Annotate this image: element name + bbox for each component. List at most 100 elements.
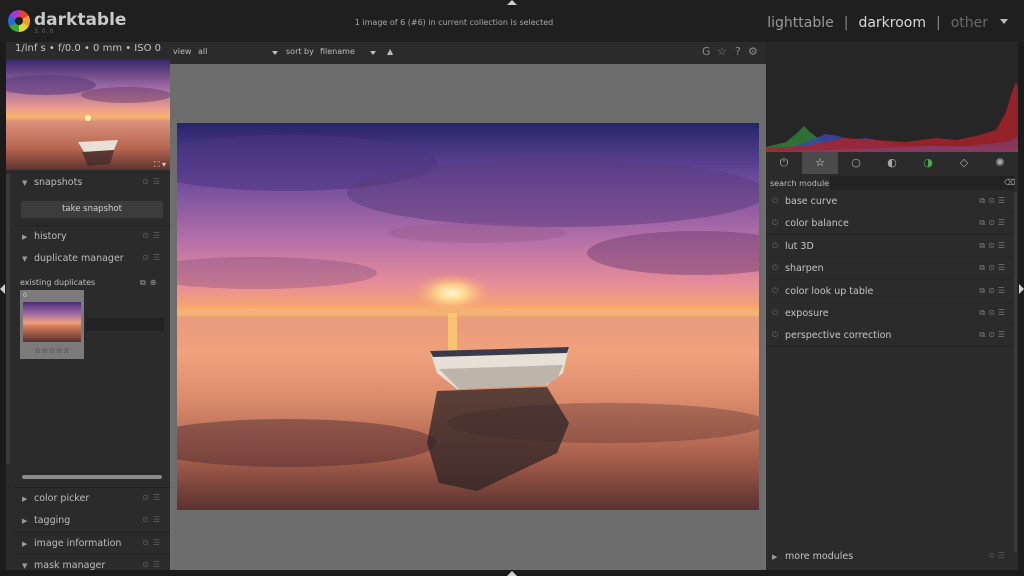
power-icon[interactable]: ⏻ — [772, 330, 778, 340]
module-row[interactable]: ⏻ color balance ⧉⊙☰ — [766, 213, 1012, 235]
module-row[interactable]: ⏻ sharpen ⧉⊙☰ — [766, 258, 1012, 280]
sort-by-chevron-down-icon[interactable] — [370, 51, 376, 55]
view-darkroom[interactable]: darkroom — [858, 15, 926, 31]
sort-direction-toggle[interactable]: ▲ — [387, 47, 393, 56]
power-icon[interactable]: ⏻ — [766, 152, 802, 174]
power-icon[interactable]: ⏻ — [772, 241, 778, 251]
expand-triangle-icon: ▶ — [22, 233, 28, 241]
module-controls-icon[interactable]: ⧉⊙☰ — [979, 241, 1008, 251]
module-tagging[interactable]: ▶ tagging ⊙☰ — [14, 510, 170, 532]
module-snapshots[interactable]: ▼ snapshots ⊙☰ — [14, 172, 170, 194]
module-row[interactable]: ⏻ lut 3D ⧉⊙☰ — [766, 236, 1012, 258]
module-mask-manager[interactable]: ▼ mask manager ⊙☰ — [14, 555, 170, 570]
gear-icon[interactable]: ⚙ — [748, 45, 758, 58]
module-controls-icon[interactable]: ⊙☰ — [142, 493, 164, 502]
module-controls-icon[interactable]: ⊙☰ — [142, 538, 164, 547]
help-icon[interactable]: ? — [735, 45, 741, 58]
module-row[interactable]: ⏻ exposure ⧉⊙☰ — [766, 303, 1012, 325]
view-other[interactable]: other — [951, 15, 988, 31]
circle-icon[interactable]: ○ — [838, 152, 874, 174]
expand-triangle-icon: ▶ — [772, 553, 778, 561]
module-label: color balance — [785, 218, 849, 229]
view-separator: | — [935, 15, 941, 31]
effect-icon[interactable]: ✺ — [982, 152, 1018, 174]
power-icon[interactable]: ⏻ — [772, 286, 778, 296]
module-label: exposure — [785, 308, 829, 319]
left-panel: 1/inf s • f/0.0 • 0 mm • ISO 0 ⛶ ▾ ▼ sna… — [6, 42, 170, 570]
module-controls-icon[interactable]: ⧉⊙☰ — [979, 308, 1008, 318]
module-controls-icon[interactable]: ⊙☰ — [988, 551, 1008, 560]
module-image-information[interactable]: ▶ image information ⊙☰ — [14, 533, 170, 555]
more-modules[interactable]: ▶ more modules ⊙☰ — [766, 546, 1012, 568]
module-row[interactable]: ⏻ perspective correction ⧉⊙☰ — [766, 325, 1012, 347]
halftone-icon[interactable]: ◐ — [874, 152, 910, 174]
left-panel-scrollbar[interactable] — [6, 174, 10, 464]
power-icon[interactable]: ⏻ — [772, 196, 778, 206]
duplicate-thumbnail[interactable]: 0 ☆☆☆☆☆ — [20, 290, 84, 359]
navigation-thumbnail[interactable]: ⛶ ▾ — [6, 60, 170, 170]
module-duplicate-manager[interactable]: ▼ duplicate manager ⊙☰ — [14, 248, 170, 270]
sunset-photo — [177, 123, 759, 510]
image-exif-summary: 1/inf s • f/0.0 • 0 mm • ISO 0 — [14, 43, 162, 54]
duplicate-actions-icon[interactable]: ⧉⊕ — [140, 278, 160, 288]
top-bar: darktable 3.0.0 1 image of 6 (#6) in cur… — [0, 0, 1024, 42]
clear-search-icon[interactable]: ⌫ — [1004, 178, 1015, 187]
module-history[interactable]: ▶ history ⊙☰ — [14, 226, 170, 248]
star-icon[interactable]: ☆ — [717, 45, 727, 58]
power-icon[interactable]: ⏻ — [772, 218, 778, 228]
color-icon[interactable]: ◑ — [910, 152, 946, 174]
star-icon[interactable]: ☆ — [802, 152, 838, 174]
more-modules-label: more modules — [785, 551, 854, 562]
duplicate-image — [23, 302, 81, 342]
collapse-top-panel-arrow-icon[interactable] — [507, 0, 517, 5]
app-name: darktable — [34, 10, 127, 30]
power-icon[interactable]: ⏻ — [772, 308, 778, 318]
module-controls-icon[interactable]: ⊙☰ — [142, 231, 164, 240]
take-snapshot-button[interactable]: take snapshot — [21, 201, 163, 218]
module-label: duplicate manager — [34, 253, 124, 264]
module-controls-icon[interactable]: ⧉⊙☰ — [979, 218, 1008, 228]
module-controls-icon[interactable]: ⧉⊙☰ — [979, 286, 1008, 296]
collapse-right-panel-arrow-icon[interactable] — [1019, 284, 1024, 294]
power-icon[interactable]: ⏻ — [772, 263, 778, 273]
module-label: sharpen — [785, 263, 824, 274]
module-label: tagging — [34, 515, 71, 526]
collapse-left-panel-arrow-icon[interactable] — [0, 284, 5, 294]
expand-icon[interactable]: ⛶ ▾ — [154, 160, 166, 170]
module-controls-icon[interactable]: ⊙☰ — [142, 560, 164, 569]
module-row[interactable]: ⏻ color look up table ⧉⊙☰ — [766, 281, 1012, 303]
module-label: history — [34, 231, 67, 242]
horizontal-scrollbar[interactable] — [22, 475, 162, 479]
right-panel-scrollbar[interactable] — [1014, 192, 1017, 552]
duplicate-rating-stars[interactable]: ☆☆☆☆☆ — [20, 346, 84, 355]
module-label: color look up table — [785, 286, 874, 297]
main-image[interactable] — [177, 123, 759, 510]
duplicate-version: 0 — [23, 292, 27, 299]
correct-icon[interactable]: ◇ — [946, 152, 982, 174]
module-controls-icon[interactable]: ⧉⊙☰ — [979, 263, 1008, 273]
module-label: perspective correction — [785, 330, 892, 341]
view-filter-select[interactable]: all — [198, 47, 207, 56]
module-controls-icon[interactable]: ⧉⊙☰ — [979, 330, 1008, 340]
grouping-icon[interactable]: G — [702, 45, 711, 58]
search-module-input[interactable] — [830, 176, 1014, 190]
expand-triangle-icon: ▶ — [22, 540, 28, 548]
view-switcher: lighttable | darkroom | other — [767, 15, 988, 31]
module-controls-icon[interactable]: ⊙☰ — [142, 177, 164, 186]
view-lighttable[interactable]: lighttable — [767, 15, 834, 31]
module-row[interactable]: ⏻ base curve ⧉⊙☰ — [766, 191, 1012, 213]
search-module-label: search module — [770, 179, 830, 188]
module-label: lut 3D — [785, 241, 814, 252]
histogram[interactable] — [766, 42, 1018, 152]
view-filter-label: view — [173, 47, 192, 56]
collapse-bottom-panel-arrow-icon[interactable] — [507, 571, 517, 576]
expand-triangle-icon: ▶ — [22, 517, 28, 525]
views-menu-chevron-down-icon[interactable] — [1000, 19, 1008, 24]
module-controls-icon[interactable]: ⊙☰ — [142, 515, 164, 524]
module-controls-icon[interactable]: ⊙☰ — [142, 253, 164, 262]
sort-by-select[interactable]: filename — [320, 47, 355, 56]
view-filter-chevron-down-icon[interactable] — [272, 51, 278, 55]
image-canvas[interactable] — [170, 64, 766, 570]
module-controls-icon[interactable]: ⧉⊙☰ — [979, 196, 1008, 206]
module-color-picker[interactable]: ▶ color picker ⊙☰ — [14, 488, 170, 510]
